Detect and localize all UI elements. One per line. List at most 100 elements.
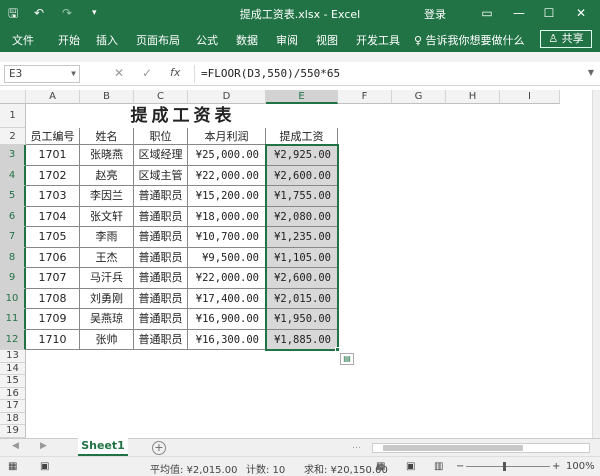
row-header-15[interactable]: 15 bbox=[0, 375, 26, 388]
expand-formula-bar-icon[interactable]: ▼ bbox=[588, 68, 594, 77]
zoom-slider[interactable] bbox=[466, 466, 550, 467]
column-header-e[interactable]: E bbox=[266, 90, 338, 104]
insert-function-icon[interactable]: fx bbox=[170, 66, 180, 79]
commission-cell[interactable]: ¥2,080.00 bbox=[266, 206, 338, 227]
close-button[interactable]: ✕ bbox=[570, 3, 592, 23]
table-cell[interactable]: 1709 bbox=[26, 309, 80, 330]
enter-icon[interactable]: ✓ bbox=[142, 66, 152, 80]
worksheet-grid[interactable]: ABCDEFGHI 1 2 3 4 5 6 7 8 9 10 11 12 13 14 15 16 17 18 19 … bbox=[0, 90, 592, 438]
commission-cell[interactable]: ¥2,600.00 bbox=[266, 165, 338, 186]
tab-data[interactable]: 数据 bbox=[236, 32, 258, 48]
table-cell[interactable]: 普通职员 bbox=[134, 186, 188, 207]
table-cell[interactable]: 李雨 bbox=[80, 227, 134, 248]
table-cell[interactable]: ¥15,200.00 bbox=[188, 186, 266, 207]
commission-cell[interactable]: ¥2,015.00 bbox=[266, 288, 338, 309]
horizontal-scrollbar[interactable] bbox=[372, 443, 590, 453]
column-header-g[interactable]: G bbox=[392, 90, 446, 104]
column-header-f[interactable]: F bbox=[338, 90, 392, 104]
horizontal-scroll-thumb[interactable] bbox=[383, 445, 523, 451]
row-header-11[interactable]: 11 bbox=[0, 309, 26, 330]
row-header-2[interactable]: 2 bbox=[0, 128, 26, 145]
table-cell[interactable]: 普通职员 bbox=[134, 206, 188, 227]
tab-developer[interactable]: 开发工具 bbox=[356, 32, 400, 48]
column-header-c[interactable]: C bbox=[134, 90, 188, 104]
table-cell[interactable]: ¥22,000.00 bbox=[188, 165, 266, 186]
table-cell[interactable]: ¥10,700.00 bbox=[188, 227, 266, 248]
table-cell[interactable]: 1703 bbox=[26, 186, 80, 207]
table-cell[interactable]: 1702 bbox=[26, 165, 80, 186]
select-all-corner[interactable] bbox=[0, 90, 26, 104]
page-layout-view-icon[interactable]: ▣ bbox=[406, 461, 415, 472]
table-cell[interactable]: 1710 bbox=[26, 329, 80, 350]
table-cell[interactable]: 王杰 bbox=[80, 247, 134, 268]
table-cell[interactable]: 张帅 bbox=[80, 329, 134, 350]
table-cell[interactable]: ¥9,500.00 bbox=[188, 247, 266, 268]
minimize-button[interactable]: — bbox=[508, 3, 530, 23]
table-cell[interactable]: ¥16,900.00 bbox=[188, 309, 266, 330]
tab-view[interactable]: 视图 bbox=[316, 32, 338, 48]
table-cell[interactable]: 张文轩 bbox=[80, 206, 134, 227]
table-cell[interactable]: 普通职员 bbox=[134, 309, 188, 330]
table-cell[interactable]: 1704 bbox=[26, 206, 80, 227]
commission-cell[interactable]: ¥2,600.00 bbox=[266, 268, 338, 289]
row-header-6[interactable]: 6 bbox=[0, 206, 26, 227]
column-header-d[interactable]: D bbox=[188, 90, 266, 104]
table-cell[interactable]: 刘勇刚 bbox=[80, 288, 134, 309]
table-cell[interactable]: ¥17,400.00 bbox=[188, 288, 266, 309]
header-cell[interactable]: 职位 bbox=[134, 128, 188, 145]
table-cell[interactable]: 1701 bbox=[26, 145, 80, 166]
share-button[interactable]: ♙ 共享 bbox=[540, 30, 592, 48]
macro-record-icon[interactable]: ▣ bbox=[40, 461, 49, 472]
zoom-out-button[interactable]: − bbox=[456, 461, 464, 472]
row-header-10[interactable]: 10 bbox=[0, 288, 26, 309]
row-header-1[interactable]: 1 bbox=[0, 104, 26, 128]
table-cell[interactable]: 马汗兵 bbox=[80, 268, 134, 289]
tell-me-search[interactable]: ♀ 告诉我你想要做什么 bbox=[414, 32, 525, 48]
column-header-h[interactable]: H bbox=[446, 90, 500, 104]
commission-cell[interactable]: ¥1,235.00 bbox=[266, 227, 338, 248]
vertical-scrollbar[interactable] bbox=[592, 90, 600, 438]
table-cell[interactable]: 普通职员 bbox=[134, 227, 188, 248]
column-header-a[interactable]: A bbox=[26, 90, 80, 104]
row-header-9[interactable]: 9 bbox=[0, 268, 26, 289]
row-header-14[interactable]: 14 bbox=[0, 362, 26, 375]
table-cell[interactable]: ¥18,000.00 bbox=[188, 206, 266, 227]
tab-home[interactable]: 开始 bbox=[58, 32, 80, 48]
table-cell[interactable]: 区域主管 bbox=[134, 165, 188, 186]
zoom-slider-thumb[interactable] bbox=[503, 462, 506, 471]
prev-sheet-icon[interactable]: ◀ bbox=[12, 441, 19, 451]
table-cell[interactable]: 普通职员 bbox=[134, 268, 188, 289]
commission-cell[interactable]: ¥2,925.00 bbox=[266, 145, 338, 166]
name-box[interactable]: E3 ▼ bbox=[4, 65, 80, 83]
column-header-b[interactable]: B bbox=[80, 90, 134, 104]
page-break-view-icon[interactable]: ▥ bbox=[434, 461, 443, 472]
row-header-7[interactable]: 7 bbox=[0, 227, 26, 248]
row-header-12[interactable]: 12 bbox=[0, 329, 26, 350]
header-cell[interactable]: 员工编号 bbox=[26, 128, 80, 145]
table-cell[interactable]: 普通职员 bbox=[134, 247, 188, 268]
tab-page-layout[interactable]: 页面布局 bbox=[136, 32, 180, 48]
header-cell[interactable]: 姓名 bbox=[80, 128, 134, 145]
table-cell[interactable]: 普通职员 bbox=[134, 329, 188, 350]
fill-handle[interactable] bbox=[335, 347, 340, 352]
header-cell[interactable]: 提成工资 bbox=[266, 128, 338, 145]
table-cell[interactable]: 区域经理 bbox=[134, 145, 188, 166]
table-cell[interactable]: 1707 bbox=[26, 268, 80, 289]
commission-cell[interactable]: ¥1,105.00 bbox=[266, 247, 338, 268]
cancel-icon[interactable]: ✕ bbox=[114, 66, 124, 80]
row-header-5[interactable]: 5 bbox=[0, 186, 26, 207]
table-cell[interactable]: ¥25,000.00 bbox=[188, 145, 266, 166]
table-cell[interactable]: 张晓燕 bbox=[80, 145, 134, 166]
zoom-in-button[interactable]: + bbox=[552, 461, 560, 472]
ribbon-display-options-icon[interactable]: ▭ bbox=[476, 3, 498, 23]
row-header-16[interactable]: 16 bbox=[0, 387, 26, 400]
more-options-icon[interactable]: … bbox=[352, 441, 361, 451]
quick-analysis-icon[interactable]: ▤ bbox=[340, 353, 354, 365]
tab-formulas[interactable]: 公式 bbox=[196, 32, 218, 48]
row-header-19[interactable]: 19 bbox=[0, 425, 26, 438]
tab-file[interactable]: 文件 bbox=[12, 32, 34, 48]
login-link[interactable]: 登录 bbox=[424, 6, 446, 22]
normal-view-icon[interactable]: ▦ bbox=[376, 461, 385, 472]
table-cell[interactable]: 吴燕琼 bbox=[80, 309, 134, 330]
maximize-button[interactable]: ☐ bbox=[538, 3, 560, 23]
